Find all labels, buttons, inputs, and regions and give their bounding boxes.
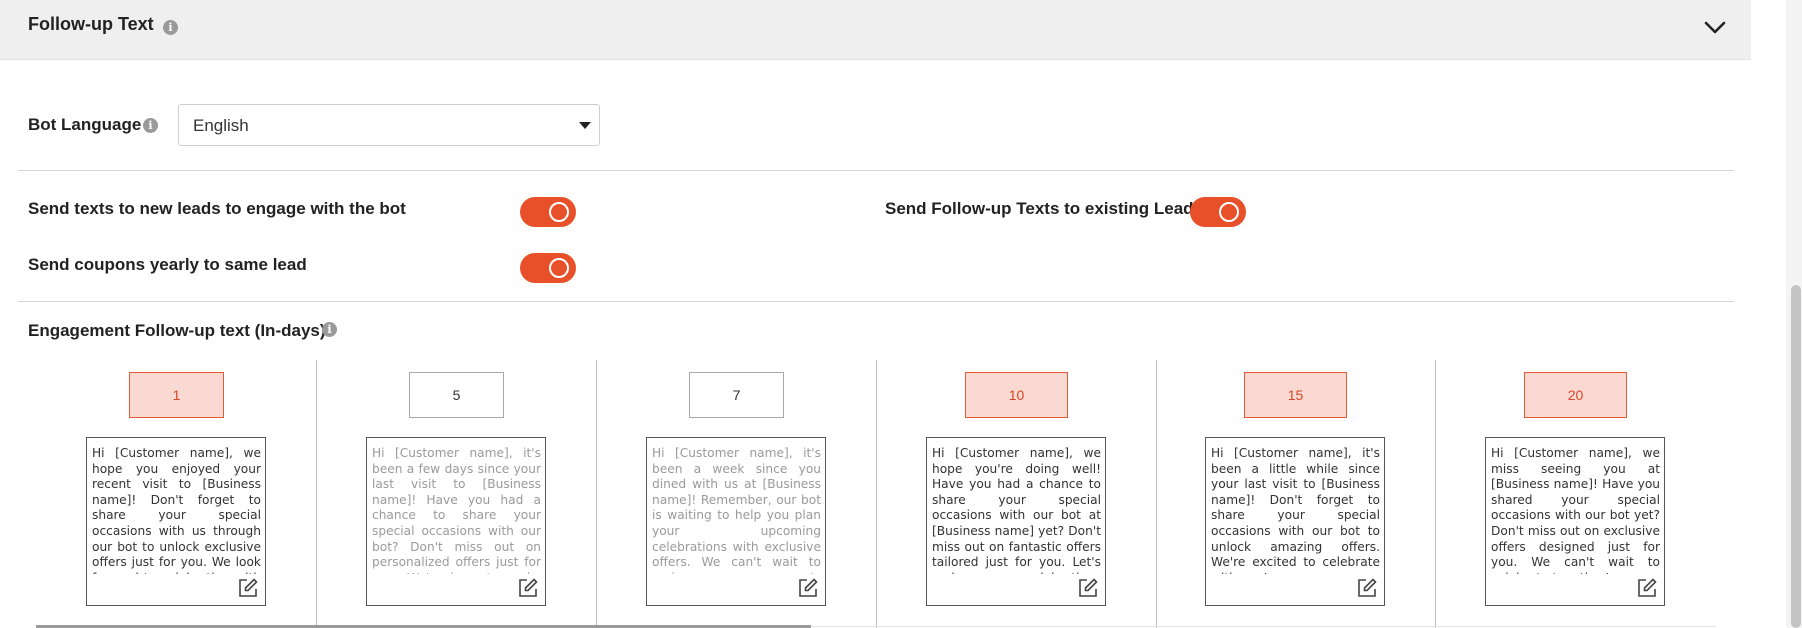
message-card: Hi [Customer name], it's been a little w… — [1205, 437, 1385, 606]
new-leads-toggle-label: Send texts to new leads to engage with t… — [28, 199, 406, 218]
engagement-label: Engagement Follow-up text (In-days) — [28, 321, 326, 340]
message-card: Hi [Customer name], it's been a week sin… — [646, 437, 826, 606]
chevron-down-icon[interactable] — [1700, 16, 1730, 40]
vertical-scrollbar-thumb[interactable] — [1791, 285, 1801, 628]
toggle-knob — [1219, 202, 1239, 222]
divider — [18, 301, 1734, 302]
edit-icon[interactable] — [517, 577, 539, 599]
edit-icon[interactable] — [1636, 577, 1658, 599]
message-card: Hi [Customer name], we hope you enjoyed … — [86, 437, 266, 606]
day-input[interactable]: 20 — [1524, 372, 1627, 418]
coupons-toggle-label: Send coupons yearly to same lead — [28, 255, 307, 274]
message-text: Hi [Customer name], it's been a little w… — [1211, 446, 1380, 574]
edit-icon[interactable] — [1077, 577, 1099, 599]
existing-leads-toggle-label: Send Follow-up Texts to existing Leads — [885, 199, 1203, 218]
existing-leads-toggle[interactable] — [1190, 197, 1246, 227]
toggle-knob — [549, 202, 569, 222]
message-card: Hi [Customer name], we hope you're doing… — [926, 437, 1106, 606]
followup-day-column: 20 Hi [Customer name], we miss seeing yo… — [1435, 360, 1715, 628]
edit-icon[interactable] — [1356, 577, 1378, 599]
bot-language-label: Bot Language — [28, 115, 142, 134]
followup-day-column: 15 Hi [Customer name], it's been a littl… — [1156, 360, 1436, 628]
bot-language-value: English — [193, 116, 249, 135]
message-text: Hi [Customer name], we hope you're doing… — [932, 446, 1101, 574]
toggle-knob — [549, 258, 569, 278]
bot-language-select[interactable]: English — [178, 104, 600, 146]
message-text: Hi [Customer name], we miss seeing you a… — [1491, 446, 1660, 574]
edit-icon[interactable] — [237, 577, 259, 599]
section-header[interactable]: Follow-up Text i — [0, 0, 1751, 60]
coupons-toggle[interactable] — [520, 253, 576, 283]
followup-day-column: 10 Hi [Customer name], we hope you're do… — [876, 360, 1156, 628]
info-icon[interactable]: i — [143, 118, 158, 133]
day-input[interactable]: 10 — [965, 372, 1068, 418]
day-input[interactable]: 7 — [689, 372, 784, 418]
day-input[interactable]: 15 — [1244, 372, 1347, 418]
followup-day-column: 7 Hi [Customer name], it's been a week s… — [596, 360, 876, 628]
follow-up-text-panel: Follow-up Text i Bot Language i English … — [0, 0, 1751, 628]
message-card: Hi [Customer name], it's been a few days… — [366, 437, 546, 606]
new-leads-toggle[interactable] — [520, 197, 576, 227]
followup-day-column: 1 Hi [Customer name], we hope you enjoye… — [36, 360, 316, 628]
info-icon[interactable]: i — [163, 20, 178, 35]
day-input[interactable]: 5 — [409, 372, 504, 418]
message-card: Hi [Customer name], we miss seeing you a… — [1485, 437, 1665, 606]
section-title: Follow-up Text — [28, 14, 154, 34]
edit-icon[interactable] — [797, 577, 819, 599]
message-text: Hi [Customer name], it's been a week sin… — [652, 446, 821, 574]
day-input[interactable]: 1 — [129, 372, 224, 418]
message-text: Hi [Customer name], we hope you enjoyed … — [92, 446, 261, 574]
divider — [18, 170, 1734, 171]
followup-day-column: 5 Hi [Customer name], it's been a few da… — [316, 360, 596, 628]
info-icon[interactable]: i — [322, 322, 337, 337]
caret-down-icon — [579, 122, 591, 129]
message-text: Hi [Customer name], it's been a few days… — [372, 446, 541, 574]
